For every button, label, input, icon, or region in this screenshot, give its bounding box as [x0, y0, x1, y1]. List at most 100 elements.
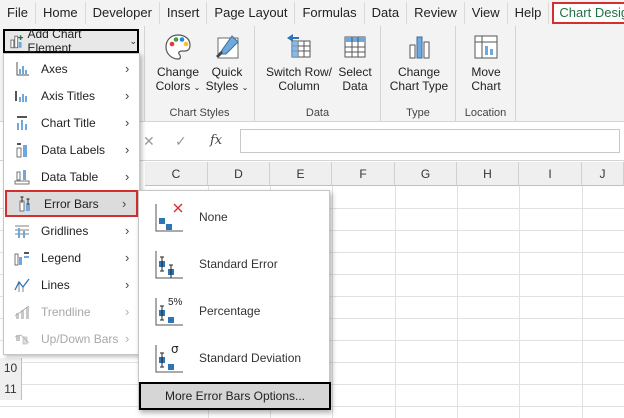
data-table-icon [12, 168, 32, 186]
change-chart-type-label-2: Chart Type [389, 79, 449, 93]
column-header-f[interactable]: F [332, 162, 395, 186]
move-chart-label-1: Move [471, 65, 501, 79]
brush-icon [216, 35, 239, 59]
column-header-d[interactable]: D [208, 162, 270, 186]
chevron-right-icon: › [125, 169, 130, 184]
error-bars-submenu: None Standard Error 5% Percentage σ Stan… [138, 190, 331, 410]
percentage-badge: 5% [168, 297, 183, 308]
submenu-item-percentage[interactable]: 5% Percentage [139, 287, 329, 334]
column-header-i[interactable]: I [519, 162, 582, 186]
tab-review[interactable]: Review [407, 2, 465, 24]
add-chart-element-menu: Axes › Axis Titles › Chart Title › Data … [3, 53, 140, 355]
chart-type-icon [409, 36, 430, 59]
quick-styles-label-1: Quick [211, 65, 243, 79]
row-header-10[interactable]: 10 [0, 358, 22, 379]
quick-styles-button[interactable]: Quick Styles ⌄ [205, 32, 249, 95]
chevron-right-icon: › [125, 277, 130, 292]
column-header-g[interactable]: G [395, 162, 457, 186]
menu-item-label: Data Labels [41, 142, 106, 157]
change-colors-button[interactable]: Change Colors ⌄ [155, 32, 201, 95]
enter-icon[interactable]: ✓ [175, 133, 187, 150]
menu-item-label: Axes [41, 61, 68, 76]
palette-icon [165, 34, 191, 60]
menu-item-up-down-bars: Up/Down Bars › [4, 325, 139, 352]
tab-view[interactable]: View [465, 2, 508, 24]
error-bars-standard-error-icon [155, 250, 183, 278]
type-group-label: Type [406, 107, 430, 119]
tab-chart-design[interactable]: Chart Design [552, 2, 624, 24]
menu-item-axes[interactable]: Axes › [4, 55, 139, 82]
menu-item-chart-title[interactable]: Chart Title › [4, 109, 139, 136]
error-bars-standard-deviation-icon: σ [155, 342, 183, 372]
select-data-label-1: Select [338, 65, 372, 79]
menu-item-data-table[interactable]: Data Table › [4, 163, 139, 190]
column-header-c[interactable]: C [145, 162, 208, 186]
row-header-11[interactable]: 11 [0, 379, 22, 400]
select-data-icon [344, 36, 366, 58]
submenu-item-none[interactable]: None [139, 193, 329, 240]
switch-row-column-button[interactable]: Switch Row/ Column [265, 32, 333, 93]
change-chart-type-button[interactable]: Change Chart Type [389, 32, 449, 93]
submenu-item-label: Standard Deviation [199, 350, 302, 365]
tab-developer[interactable]: Developer [86, 2, 160, 24]
menu-item-label: Up/Down Bars [41, 331, 119, 346]
chevron-down-icon: ⌄ [129, 35, 137, 46]
menu-item-legend[interactable]: Legend › [4, 244, 139, 271]
switch-row-column-icon [287, 34, 311, 58]
tab-help[interactable]: Help [508, 2, 550, 24]
chevron-right-icon: › [125, 250, 130, 265]
chevron-right-icon: › [125, 304, 130, 319]
cancel-icon[interactable]: ✕ [143, 133, 155, 150]
menu-item-label: Chart Title [41, 115, 96, 130]
column-header-j[interactable]: J [582, 162, 624, 186]
quick-styles-label-2: Styles [205, 79, 239, 93]
tab-data[interactable]: Data [365, 2, 408, 24]
chevron-right-icon: › [125, 88, 130, 103]
submenu-item-label: None [199, 209, 228, 224]
chart-styles-group: Change Colors ⌄ Quick Styles ⌄ Chart Sty… [145, 26, 255, 122]
tab-file[interactable]: File [0, 2, 36, 24]
chevron-right-icon: › [122, 196, 127, 211]
menu-item-lines[interactable]: Lines › [4, 271, 139, 298]
gridlines-icon [12, 222, 32, 240]
sigma-badge: σ [171, 342, 179, 356]
submenu-item-standard-deviation[interactable]: σ Standard Deviation [139, 334, 329, 381]
axes-icon [12, 60, 32, 78]
more-error-bars-options-button[interactable]: More Error Bars Options... [139, 382, 331, 410]
change-colors-label-1: Change [156, 65, 200, 79]
move-chart-label-2: Chart [471, 79, 501, 93]
type-group: Change Chart Type Type [381, 26, 456, 122]
axis-titles-icon [12, 87, 32, 105]
change-chart-type-label-1: Change [397, 65, 441, 79]
chevron-right-icon: › [125, 331, 130, 346]
add-chart-element-button[interactable]: Add Chart Element ⌄ [3, 27, 139, 55]
data-group-label: Data [305, 107, 330, 119]
menu-item-axis-titles[interactable]: Axis Titles › [4, 82, 139, 109]
lines-icon [12, 276, 32, 294]
ribbon-tab-bar: File Home Developer Insert Page Layout F… [0, 0, 624, 26]
column-header-e[interactable]: E [270, 162, 332, 186]
submenu-item-label: Percentage [199, 303, 261, 318]
menu-item-gridlines[interactable]: Gridlines › [4, 217, 139, 244]
menu-item-trendline: Trendline › [4, 298, 139, 325]
chevron-right-icon: › [125, 223, 130, 238]
tab-home[interactable]: Home [36, 2, 86, 24]
select-data-button[interactable]: Select Data [335, 32, 375, 93]
chart-styles-group-label: Chart Styles [169, 107, 230, 119]
insert-function-icon[interactable]: fx [210, 133, 222, 148]
menu-item-label: Data Table [41, 169, 99, 184]
switch-row-column-label-1: Switch Row/ [265, 65, 333, 79]
chevron-down-icon: ⌄ [241, 83, 249, 92]
menu-item-data-labels[interactable]: Data Labels › [4, 136, 139, 163]
menu-item-label: Error Bars [44, 196, 99, 211]
menu-item-error-bars[interactable]: Error Bars › [5, 190, 138, 217]
data-labels-icon [12, 141, 32, 159]
submenu-item-standard-error[interactable]: Standard Error [139, 240, 329, 287]
tab-insert[interactable]: Insert [160, 2, 208, 24]
tab-formulas[interactable]: Formulas [295, 2, 365, 24]
formula-input[interactable] [240, 129, 620, 153]
tab-page-layout[interactable]: Page Layout [207, 2, 296, 24]
move-chart-icon [474, 35, 498, 59]
column-header-h[interactable]: H [457, 162, 519, 186]
move-chart-button[interactable]: Move Chart [464, 32, 508, 93]
